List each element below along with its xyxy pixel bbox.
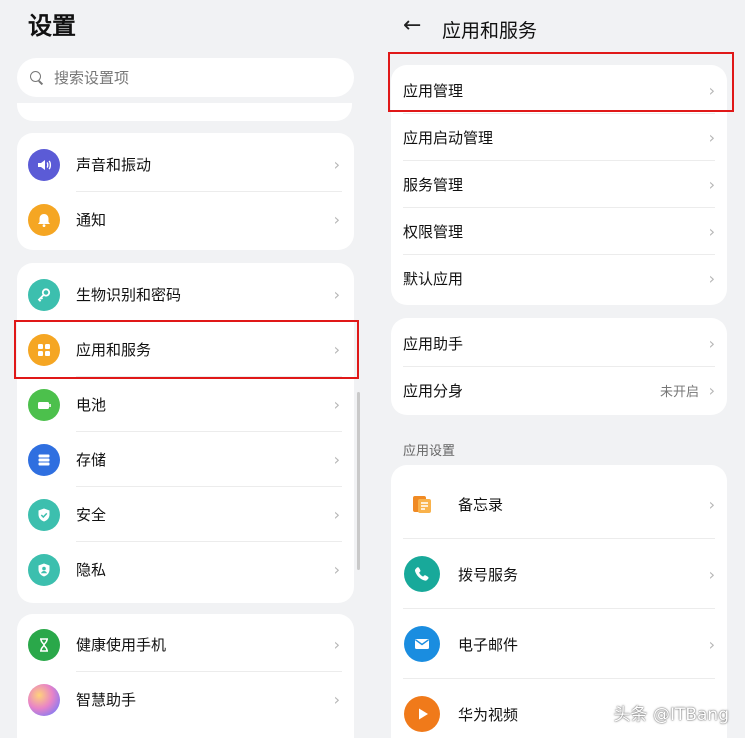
page-title: 应用和服务	[442, 20, 538, 42]
chevron-right-icon: ›	[708, 269, 715, 288]
search-placeholder: 搜索设置项	[54, 69, 130, 87]
sidebar-item-sound[interactable]: 声音和振动 ›	[17, 137, 354, 192]
phone-icon	[404, 556, 440, 592]
storage-icon	[28, 443, 60, 476]
sidebar-item-label: 存储	[76, 451, 107, 469]
chevron-right-icon: ›	[708, 564, 715, 584]
sidebar-item-label: 隐私	[76, 561, 107, 579]
chevron-right-icon: ›	[333, 635, 340, 654]
shield-icon	[28, 498, 60, 531]
status-value: 未开启	[659, 385, 699, 400]
apps-card-assistant: 应用助手 › 应用分身 未开启 ›	[391, 318, 727, 415]
list-item-label: 应用助手	[403, 335, 464, 353]
list-item-label: 服务管理	[403, 176, 464, 194]
back-arrow-icon[interactable]: ←	[403, 13, 421, 38]
key-icon	[28, 278, 60, 311]
list-item-label: 拨号服务	[458, 565, 519, 584]
list-item-dialer[interactable]: 拨号服务 ›	[391, 539, 727, 609]
scrolled-card-remnant	[17, 103, 352, 121]
highlight-box-apps-services	[14, 320, 359, 379]
sidebar-item-privacy[interactable]: 隐私 ›	[17, 542, 354, 597]
highlight-box-app-management	[388, 52, 734, 112]
chevron-right-icon: ›	[708, 128, 715, 147]
sidebar-item-label: 通知	[76, 211, 107, 229]
list-item-label: 备忘录	[458, 495, 504, 514]
sidebar-item-smart-assistant[interactable]: 智慧助手 ›	[17, 672, 354, 727]
list-item-label: 华为视频	[458, 705, 519, 724]
sidebar-item-battery[interactable]: 电池 ›	[17, 377, 354, 432]
sidebar-item-biometrics[interactable]: 生物识别和密码 ›	[17, 267, 354, 322]
apps-card-app-settings: 备忘录 › 拨号服务 › 电子邮件 › 华为视频	[391, 465, 727, 738]
assistant-orb-icon	[28, 683, 60, 716]
chevron-right-icon: ›	[708, 494, 715, 514]
sidebar-item-label: 电池	[76, 396, 107, 414]
chevron-right-icon: ›	[708, 381, 715, 400]
scrollbar[interactable]	[357, 392, 360, 570]
sidebar-item-label: 安全	[76, 506, 107, 524]
sidebar-item-label: 健康使用手机	[76, 636, 167, 654]
email-icon	[404, 626, 440, 662]
chevron-right-icon: ›	[708, 634, 715, 654]
list-item-permissions[interactable]: 权限管理 ›	[391, 208, 727, 255]
search-input[interactable]: 搜索设置项	[17, 58, 354, 97]
list-item-email[interactable]: 电子邮件 ›	[391, 609, 727, 679]
list-item-app-assistant[interactable]: 应用助手 ›	[391, 320, 727, 367]
chevron-right-icon: ›	[708, 334, 715, 353]
speaker-icon	[28, 148, 60, 181]
watermark-text: 头条 @ITBang	[613, 705, 729, 725]
chevron-right-icon: ›	[708, 175, 715, 194]
chevron-right-icon: ›	[333, 155, 340, 174]
chevron-right-icon: ›	[333, 395, 340, 414]
list-item-label: 应用启动管理	[403, 129, 494, 147]
search-icon	[28, 69, 46, 87]
video-play-icon	[404, 696, 440, 732]
chevron-right-icon: ›	[708, 222, 715, 241]
list-item-app-twin[interactable]: 应用分身 未开启 ›	[391, 367, 727, 414]
list-item-label: 电子邮件	[458, 635, 519, 654]
settings-card-sound-notify: 声音和振动 › 通知 ›	[17, 133, 354, 250]
sidebar-item-label: 生物识别和密码	[76, 286, 182, 304]
sidebar-item-storage[interactable]: 存储 ›	[17, 432, 354, 487]
section-title: 应用设置	[403, 444, 456, 459]
list-item-label: 默认应用	[403, 270, 464, 288]
chevron-right-icon: ›	[333, 560, 340, 579]
notes-icon	[404, 486, 440, 522]
hourglass-icon	[28, 628, 60, 661]
sidebar-item-label: 智慧助手	[76, 691, 137, 709]
page-title: 设置	[28, 12, 76, 40]
sidebar-item-notify[interactable]: 通知 ›	[17, 192, 354, 247]
bell-icon	[28, 203, 60, 236]
sidebar-item-digital-balance[interactable]: 健康使用手机 ›	[17, 617, 354, 672]
chevron-right-icon: ›	[333, 450, 340, 469]
list-item-default-apps[interactable]: 默认应用 ›	[391, 255, 727, 302]
sidebar-item-security[interactable]: 安全 ›	[17, 487, 354, 542]
list-item-label: 权限管理	[403, 223, 464, 241]
chevron-right-icon: ›	[333, 505, 340, 524]
battery-icon	[28, 388, 60, 421]
chevron-right-icon: ›	[333, 210, 340, 229]
chevron-right-icon: ›	[333, 285, 340, 304]
list-item-app-launch[interactable]: 应用启动管理 ›	[391, 114, 727, 161]
privacy-icon	[28, 553, 60, 586]
chevron-right-icon: ›	[333, 690, 340, 709]
list-item-service-management[interactable]: 服务管理 ›	[391, 161, 727, 208]
settings-card-main: 生物识别和密码 › 应用和服务 › 电池 › 存储 › 安全 › 隐私 ›	[17, 263, 354, 603]
list-item-notes[interactable]: 备忘录 ›	[391, 469, 727, 539]
settings-card-health: 健康使用手机 › 智慧助手 ›	[17, 614, 354, 738]
sidebar-item-label: 声音和振动	[76, 156, 152, 174]
list-item-label: 应用分身	[403, 382, 464, 400]
